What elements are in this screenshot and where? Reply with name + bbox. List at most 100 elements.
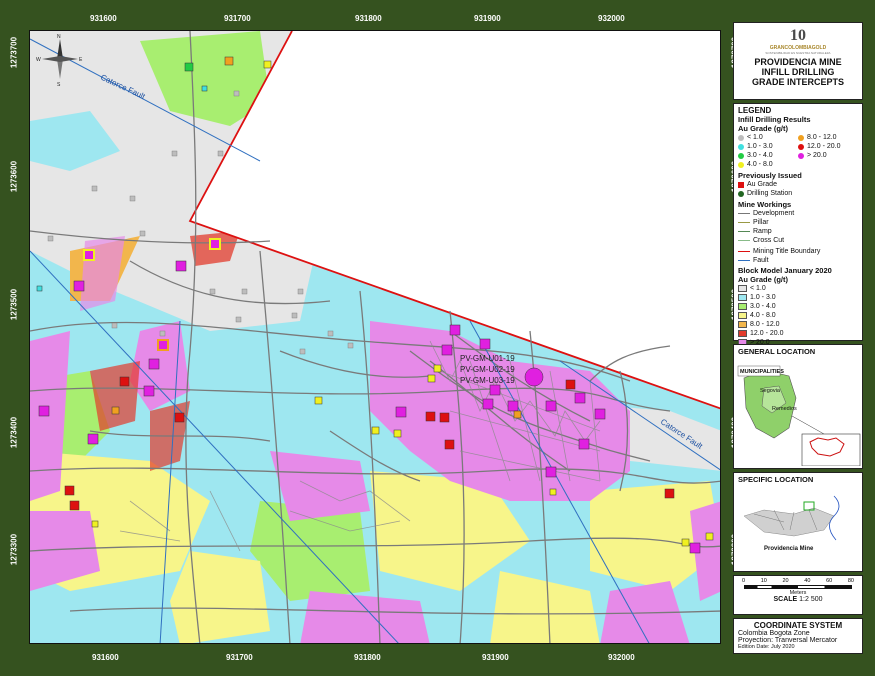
drilling-station-icon: [738, 190, 744, 197]
specific-location-map: Providencia Mine: [743, 495, 840, 552]
block-swatch-icon: [738, 312, 747, 319]
x-tick: 932000: [608, 653, 635, 662]
coordinate-title: COORDINATE SYSTEM: [753, 621, 843, 630]
grade-dot-icon: [738, 152, 744, 159]
block-swatch-icon: [738, 294, 747, 301]
y-tick: 1273400: [9, 416, 19, 449]
grade-dot-icon: [798, 134, 804, 141]
x-tick: 932000: [598, 14, 625, 23]
x-tick: 931600: [90, 14, 117, 23]
legend-label: Au Grade: [747, 181, 777, 188]
block-swatch-icon: [738, 285, 747, 292]
scale-box: 0 10 20 40 60 80 Meters SCALE 1:2 500: [733, 575, 863, 615]
legend-heading: LEGEND: [738, 106, 772, 115]
legend-label: Fault: [753, 257, 769, 264]
legend-label: 12.0 - 20.0: [807, 143, 841, 150]
grade-dot-icon: [798, 152, 804, 159]
specific-location-title: SPECIFIC LOCATION: [738, 475, 814, 484]
legend-label: Development: [753, 210, 795, 217]
x-tick: 931700: [226, 653, 253, 662]
coordinate-box: COORDINATE SYSTEM Colombia Bogota Zone P…: [733, 618, 863, 654]
segovia-label: Segovia: [760, 388, 781, 394]
legend-item: Development: [738, 209, 858, 218]
legend-label: Pillar: [753, 219, 769, 226]
map-canvas[interactable]: Catorce Fault Catorce Fault N S E W PV-G…: [29, 30, 721, 644]
map-frame: 931600 931700 931800 931900 932000 93160…: [0, 0, 875, 676]
scale-tick: 0: [742, 578, 746, 584]
scale-tick: 40: [804, 578, 811, 584]
legend-label: Drilling Station: [747, 190, 793, 197]
y-tick: 1273700: [9, 36, 19, 69]
block-swatch-icon: [738, 303, 747, 310]
legend-label: 1.0 - 3.0: [747, 143, 773, 150]
x-tick: 931900: [474, 14, 501, 23]
logo-number: 10: [790, 27, 806, 44]
crosscut-line-icon: [738, 240, 750, 241]
scale-tick: 60: [826, 578, 833, 584]
legend-label: 3.0 - 4.0: [747, 152, 773, 159]
legend-label: < 1.0: [750, 285, 766, 292]
legend-label: 12.0 - 20.0: [750, 330, 784, 337]
title-box: 10 GRANCOLOMBIAGOLD SOSTENIBILIDAD ES NU…: [733, 22, 863, 100]
legend-label: 1.0 - 3.0: [750, 294, 776, 301]
x-tick: 931600: [92, 653, 119, 662]
legend-label: Mining Title Boundary: [753, 248, 821, 255]
legend-item: Mining Title Boundary: [738, 247, 858, 256]
coordinate-projection: Proyection: Tranversal Mercator: [738, 637, 838, 644]
legend-box: LEGEND Infill Drilling Results Au Grade …: [733, 103, 863, 346]
remedios-label: Remedios: [772, 406, 797, 412]
logo-tagline: SOSTENIBILIDAD ES NUESTRA NATURALEZA: [765, 51, 831, 55]
providencia-label: Providencia Mine: [764, 546, 814, 552]
legend-item: 8.0 - 12.0: [738, 320, 858, 329]
legend-label: < 1.0: [747, 134, 763, 141]
specific-location-box: SPECIFIC LOCATION Providencia Mine: [733, 472, 863, 572]
drill-hole-label: PV-GM-U01-19: [460, 354, 515, 363]
scale-tick: 20: [782, 578, 789, 584]
legend-item: < 1.0: [738, 284, 858, 293]
legend-label: 8.0 - 12.0: [807, 134, 837, 141]
block-swatch-icon: [738, 330, 747, 337]
grade-dot-icon: [798, 143, 804, 150]
side-panel: 10 GRANCOLOMBIAGOLD SOSTENIBILIDAD ES NU…: [733, 22, 863, 656]
legend-label: 8.0 - 12.0: [750, 321, 780, 328]
logo: 10 GRANCOLOMBIAGOLD SOSTENIBILIDAD ES NU…: [734, 27, 862, 55]
legend-item: 4.0 - 8.0: [738, 311, 858, 320]
legend-item: 1.0 - 3.0: [738, 142, 798, 151]
fault-line-icon: [738, 260, 750, 261]
legend-label: 4.0 - 8.0: [747, 161, 773, 168]
scale-tick: 80: [847, 578, 854, 584]
municipalities-label: MUNICIPALITIES: [740, 369, 784, 375]
map-title-line: PROVIDENCIA MINE: [754, 57, 842, 67]
ramp-line-icon: [738, 231, 750, 232]
scale-bar: [744, 585, 852, 589]
legend-infill-heading: Infill Drilling Results: [738, 115, 811, 124]
legend-item: 3.0 - 4.0: [738, 151, 798, 160]
legend-label: > 20.0: [807, 152, 827, 159]
legend-label: 4.0 - 8.0: [750, 312, 776, 319]
x-tick: 931900: [482, 653, 509, 662]
y-tick: 1273600: [9, 160, 19, 193]
scale-ratio: 1:2 500: [799, 596, 823, 603]
legend-item: Au Grade: [738, 180, 858, 189]
map-title-line: GRADE INTERCEPTS: [751, 77, 844, 87]
map-svg: Catorce Fault Catorce Fault N S E W PV-G…: [30, 31, 720, 643]
legend-item: 3.0 - 4.0: [738, 302, 858, 311]
block-swatch-icon: [738, 321, 747, 328]
general-location-title: GENERAL LOCATION: [738, 347, 816, 356]
map-title-line: INFILL DRILLING: [761, 67, 835, 77]
grade-dot-icon: [738, 161, 744, 168]
legend-item: Cross Cut: [738, 236, 858, 245]
legend-workings-heading: Mine Workings: [738, 200, 792, 209]
compass-w: W: [36, 57, 41, 63]
legend-label: Ramp: [753, 228, 772, 235]
boundary-line-icon: [738, 251, 750, 252]
legend-item: Ramp: [738, 227, 858, 236]
general-location-map: MUNICIPALITIES Segovia Remedios: [737, 365, 861, 467]
legend-label: 3.0 - 4.0: [750, 303, 776, 310]
legend-item: 12.0 - 20.0: [738, 329, 858, 338]
drill-hole-label: PV-GM-U03-19: [460, 376, 515, 385]
legend-item: < 1.0: [738, 133, 798, 142]
grade-dot-icon: [738, 143, 744, 150]
x-tick: 931800: [355, 14, 382, 23]
x-tick: 931800: [354, 653, 381, 662]
